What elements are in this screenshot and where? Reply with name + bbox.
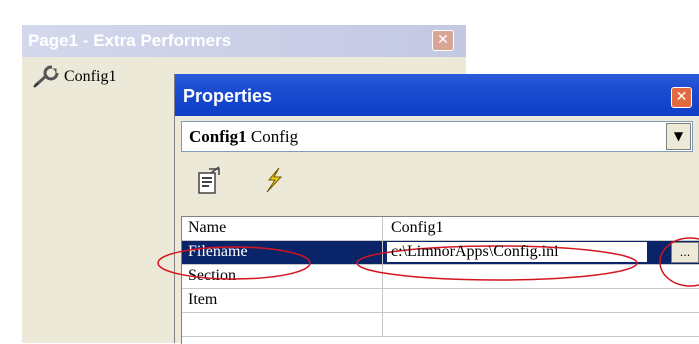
properties-title: Properties — [183, 86, 273, 106]
properties-titlebar[interactable]: Properties ✕ — [175, 74, 699, 116]
property-name-cell: Item — [182, 289, 383, 312]
property-value: Config1 — [391, 219, 444, 236]
close-icon: ✕ — [437, 32, 449, 48]
property-name-cell: Section — [182, 265, 383, 288]
chevron-down-icon: ▼ — [673, 129, 684, 143]
extra-performers-close-button[interactable]: ✕ — [432, 30, 454, 51]
ellipsis-icon: ... — [679, 246, 691, 259]
extra-performers-titlebar[interactable]: Page1 - Extra Performers ✕ — [22, 25, 466, 57]
object-type: Config — [250, 127, 299, 146]
property-row-filename[interactable]: Filename c:\LimnorApps\Config.ini ... — [182, 241, 699, 265]
close-icon: ✕ — [675, 89, 688, 105]
browse-file-button[interactable]: ... — [671, 242, 699, 263]
events-view-icon[interactable] — [257, 164, 289, 196]
property-row-name[interactable]: Name Config1 — [182, 217, 699, 241]
wrench-icon — [33, 65, 60, 88]
tree-item-config1[interactable]: Config1 — [32, 63, 116, 91]
property-grid: Name Config1 Filename c:\LimnorApps\Conf… — [181, 216, 699, 344]
object-selector[interactable]: Config1 Config ▼ — [181, 121, 693, 152]
properties-window: Properties ✕ Config1 Config ▼ Name Confi… — [174, 74, 699, 344]
property-name: Section — [188, 267, 236, 284]
property-value-cell[interactable]: c:\LimnorApps\Config.ini ... — [383, 241, 699, 264]
object-name: Config1 — [189, 127, 247, 146]
property-row-partial — [182, 313, 699, 337]
property-value-cell[interactable] — [383, 289, 699, 312]
properties-close-button[interactable]: ✕ — [671, 87, 692, 108]
property-value: c:\LimnorApps\Config.ini — [391, 243, 559, 260]
extra-performers-title: Page1 - Extra Performers — [28, 31, 232, 50]
tree-item-label: Config1 — [64, 68, 117, 85]
property-row-item[interactable]: Item — [182, 289, 699, 313]
property-name-cell: Filename — [182, 241, 383, 264]
properties-view-icon[interactable] — [193, 164, 225, 196]
property-name: Filename — [188, 243, 248, 260]
property-value-cell[interactable]: Config1 — [383, 217, 699, 240]
property-name-cell: Name — [182, 217, 383, 240]
property-name: Item — [188, 291, 218, 308]
property-row-section[interactable]: Section — [182, 265, 699, 289]
object-selector-dropdown-button[interactable]: ▼ — [666, 123, 691, 150]
properties-toolbar — [181, 158, 693, 214]
property-value-cell[interactable] — [383, 265, 699, 288]
property-name-cell — [182, 313, 383, 336]
property-value-cell — [383, 313, 699, 336]
property-name: Name — [188, 219, 227, 236]
object-selector-text: Config1 Config — [189, 127, 298, 147]
